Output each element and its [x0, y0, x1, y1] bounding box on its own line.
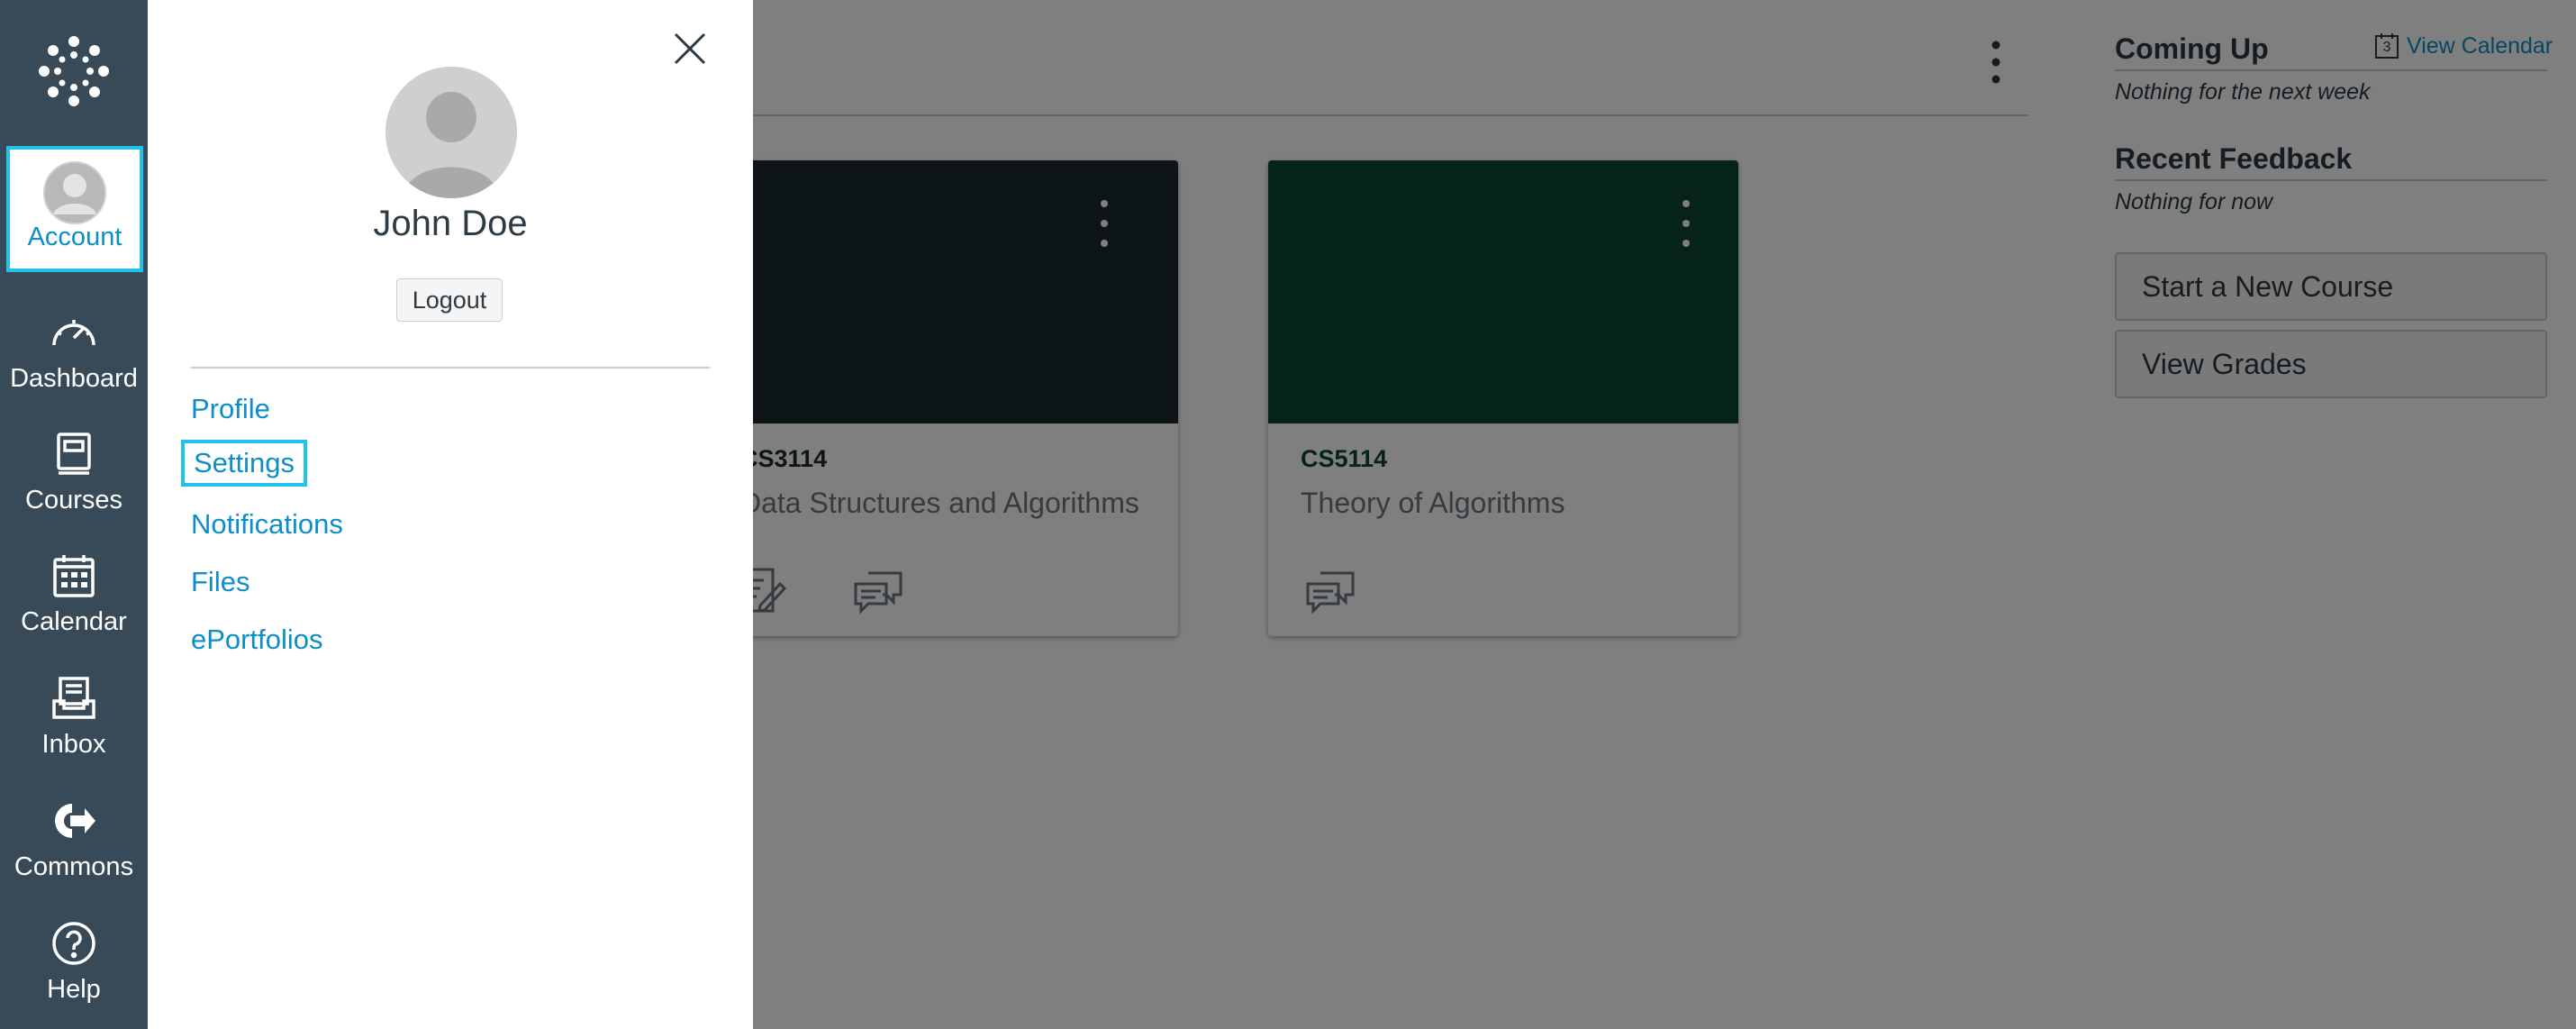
nav-label-courses: Courses [25, 485, 122, 514]
nav-item-help[interactable]: Help [0, 899, 148, 1022]
avatar-icon [43, 160, 106, 224]
canvas-logo[interactable] [0, 0, 148, 142]
modal-overlay[interactable] [753, 0, 2576, 1029]
avatar-icon [385, 67, 517, 198]
nav-item-calendar[interactable]: Calendar [0, 532, 148, 654]
courses-icon [57, 432, 91, 475]
nav-label-help: Help [47, 974, 101, 1004]
tray-link-eportfolios[interactable]: ePortfolios [191, 620, 322, 660]
calendar-icon [53, 554, 95, 597]
logout-button[interactable]: Logout [396, 278, 503, 322]
nav-label-dashboard: Dashboard [10, 363, 138, 393]
nav-label-account: Account [27, 222, 122, 251]
tray-link-profile[interactable]: Profile [191, 389, 270, 429]
tray-link-settings[interactable]: Settings [181, 440, 308, 487]
close-icon [674, 32, 706, 65]
user-avatar [385, 67, 517, 198]
tray-divider [191, 367, 710, 369]
user-name: John Doe [373, 204, 528, 243]
dashboard-icon [52, 319, 95, 345]
inbox-icon [52, 676, 95, 719]
help-icon [52, 921, 95, 965]
canvas-logo-icon [39, 36, 109, 106]
nav-item-dashboard[interactable]: Dashboard [0, 288, 148, 411]
nav-item-commons[interactable]: Commons [0, 777, 148, 899]
nav-item-account[interactable]: Account [6, 146, 143, 272]
nav-label-calendar: Calendar [21, 606, 127, 636]
close-tray-button[interactable] [668, 27, 712, 70]
tray-link-files[interactable]: Files [191, 562, 249, 602]
nav-item-courses[interactable]: Courses [0, 410, 148, 533]
account-tray: John Doe Logout Profile Settings Notific… [148, 0, 753, 1029]
global-navigation: Account Dashboard Courses Calendar Inbox… [0, 0, 148, 1029]
nav-item-inbox[interactable]: Inbox [0, 654, 148, 777]
nav-label-commons: Commons [14, 851, 134, 881]
nav-label-inbox: Inbox [41, 729, 106, 759]
commons-icon [54, 803, 95, 838]
tray-link-notifications[interactable]: Notifications [191, 505, 343, 544]
